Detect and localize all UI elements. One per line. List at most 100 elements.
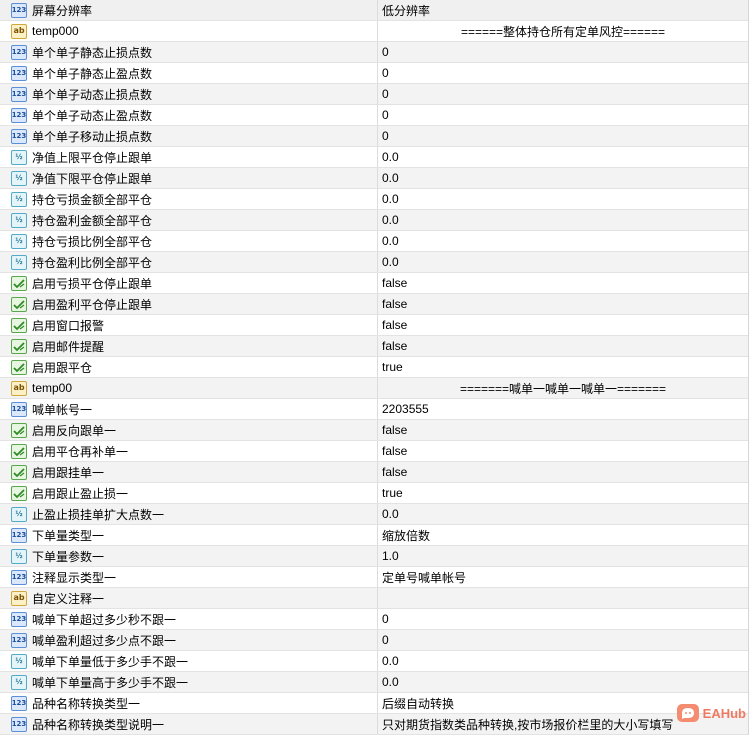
value-cell[interactable]: 0.0 [378, 147, 748, 167]
parameter-row[interactable]: 启用平仓再补单一 false [0, 441, 748, 462]
name-cell: 123 屏幕分辨率 [0, 0, 378, 20]
parameter-row[interactable]: 启用盈利平仓停止跟单 false [0, 294, 748, 315]
parameter-row[interactable]: 启用窗口报警 false [0, 315, 748, 336]
parameter-row[interactable]: 123 喊单帐号一 2203555 [0, 399, 748, 420]
parameter-row[interactable]: 启用亏损平仓停止跟单 false [0, 273, 748, 294]
header-name: 屏幕分辨率 [32, 3, 93, 18]
value-cell[interactable]: 0.0 [378, 252, 748, 272]
name-cell: 123 喊单盈利超过多少点不跟一 [0, 630, 378, 650]
header-row[interactable]: 123 屏幕分辨率 低分辨率 [0, 0, 748, 21]
value-cell[interactable]: 0.0 [378, 672, 748, 692]
parameter-name: 启用跟止盈止损一 [32, 486, 129, 501]
value-cell[interactable]: false [378, 294, 748, 314]
parameter-value: 2203555 [382, 402, 429, 416]
value-cell[interactable] [378, 588, 748, 608]
value-cell[interactable]: ======整体持仓所有定单风控====== [378, 21, 748, 41]
parameter-row[interactable]: 123 单个单子静态止盈点数 0 [0, 63, 748, 84]
parameter-row[interactable]: ½ 净值下限平仓停止跟单 0.0 [0, 168, 748, 189]
parameter-row[interactable]: ½ 持仓亏损金额全部平仓 0.0 [0, 189, 748, 210]
parameter-row[interactable]: ½ 持仓盈利比例全部平仓 0.0 [0, 252, 748, 273]
bool-type-icon [11, 422, 27, 438]
value-cell[interactable]: 0 [378, 126, 748, 146]
parameter-name: 启用亏损平仓停止跟单 [32, 276, 153, 291]
parameter-row[interactable]: ½ 下单量参数一 1.0 [0, 546, 748, 567]
parameter-row[interactable]: 123 单个单子移动止损点数 0 [0, 126, 748, 147]
value-cell[interactable]: 0 [378, 630, 748, 650]
value-cell[interactable]: 0.0 [378, 651, 748, 671]
value-cell[interactable]: 0 [378, 105, 748, 125]
parameter-value: ======整体持仓所有定单风控====== [460, 24, 666, 39]
name-cell: 123 喊单下单超过多少秒不跟一 [0, 609, 378, 629]
double-type-icon: ½ [11, 149, 27, 165]
value-cell[interactable]: 定单号喊单帐号 [378, 567, 748, 587]
parameter-row[interactable]: 启用反向跟单一 false [0, 420, 748, 441]
value-cell[interactable]: =======喊单一喊单一喊单一======= [378, 378, 748, 398]
name-cell: 123 下单量类型一 [0, 525, 378, 545]
parameter-row[interactable]: 启用跟挂单一 false [0, 462, 748, 483]
value-cell[interactable]: true [378, 357, 748, 377]
value-cell[interactable]: 0.0 [378, 168, 748, 188]
parameter-row[interactable]: 123 单个单子动态止盈点数 0 [0, 105, 748, 126]
name-cell: ½ 持仓盈利比例全部平仓 [0, 252, 378, 272]
parameter-row[interactable]: 启用跟止盈止损一 true [0, 483, 748, 504]
name-cell: 123 单个单子动态止盈点数 [0, 105, 378, 125]
integer-type-icon: 123 [11, 44, 27, 60]
parameter-value: false [382, 444, 408, 458]
parameter-row[interactable]: ab temp000 ======整体持仓所有定单风控====== [0, 21, 748, 42]
value-cell[interactable]: 0 [378, 84, 748, 104]
name-cell: 123 单个单子静态止盈点数 [0, 63, 378, 83]
parameter-row[interactable]: 启用邮件提醒 false [0, 336, 748, 357]
value-cell[interactable]: 0.0 [378, 210, 748, 230]
value-cell[interactable]: 0 [378, 42, 748, 62]
name-cell: ½ 止盈止损挂单扩大点数一 [0, 504, 378, 524]
parameter-name: 启用平仓再补单一 [32, 444, 129, 459]
value-cell[interactable]: 0.0 [378, 231, 748, 251]
parameter-value: 0 [382, 129, 389, 143]
parameter-row[interactable]: 123 单个单子静态止损点数 0 [0, 42, 748, 63]
value-cell[interactable]: 0.0 [378, 189, 748, 209]
value-cell[interactable]: false [378, 315, 748, 335]
parameter-row[interactable]: 123 下单量类型一 缩放倍数 [0, 525, 748, 546]
value-cell[interactable]: false [378, 273, 748, 293]
parameter-row[interactable]: ab 自定义注释一 [0, 588, 748, 609]
parameter-row[interactable]: ½ 止盈止损挂单扩大点数一 0.0 [0, 504, 748, 525]
parameter-row[interactable]: ½ 喊单下单量高于多少手不跟一 0.0 [0, 672, 748, 693]
value-cell[interactable]: 0 [378, 609, 748, 629]
name-cell: ab 自定义注释一 [0, 588, 378, 608]
parameter-row[interactable]: ½ 净值上限平仓停止跟单 0.0 [0, 147, 748, 168]
value-cell[interactable]: false [378, 441, 748, 461]
parameter-name: 单个单子静态止盈点数 [32, 66, 153, 81]
value-cell[interactable]: 缩放倍数 [378, 525, 748, 545]
parameter-value: 0 [382, 108, 389, 122]
parameter-name: 持仓盈利金额全部平仓 [32, 213, 153, 228]
parameter-row[interactable]: 123 喊单下单超过多少秒不跟一 0 [0, 609, 748, 630]
parameter-row[interactable]: ab temp00 =======喊单一喊单一喊单一======= [0, 378, 748, 399]
parameter-name: 持仓亏损比例全部平仓 [32, 234, 153, 249]
double-type-icon: ½ [11, 191, 27, 207]
parameter-name: 喊单下单超过多少秒不跟一 [32, 612, 177, 627]
value-cell[interactable]: false [378, 462, 748, 482]
value-cell[interactable]: false [378, 420, 748, 440]
parameter-row[interactable]: 123 注释显示类型一 定单号喊单帐号 [0, 567, 748, 588]
parameter-value: 0 [382, 612, 389, 626]
value-cell[interactable]: true [378, 483, 748, 503]
parameter-row[interactable]: ½ 喊单下单量低于多少手不跟一 0.0 [0, 651, 748, 672]
parameter-row[interactable]: ½ 持仓亏损比例全部平仓 0.0 [0, 231, 748, 252]
value-cell[interactable]: false [378, 336, 748, 356]
value-cell[interactable]: 低分辨率 [378, 0, 748, 20]
parameter-row[interactable]: ½ 持仓盈利金额全部平仓 0.0 [0, 210, 748, 231]
parameter-name: 品种名称转换类型说明一 [32, 717, 165, 732]
parameter-value: false [382, 276, 408, 290]
value-cell[interactable]: 0.0 [378, 504, 748, 524]
value-cell[interactable]: 0 [378, 63, 748, 83]
parameter-row[interactable]: 123 单个单子动态止损点数 0 [0, 84, 748, 105]
parameter-name: 启用盈利平仓停止跟单 [32, 297, 153, 312]
name-cell: ½ 净值下限平仓停止跟单 [0, 168, 378, 188]
parameter-row[interactable]: 启用跟平仓 true [0, 357, 748, 378]
value-cell[interactable]: 2203555 [378, 399, 748, 419]
integer-type-icon: 123 [11, 527, 27, 543]
parameter-row[interactable]: 123 品种名称转换类型一 后缀自动转换 [0, 693, 748, 714]
value-cell[interactable]: 1.0 [378, 546, 748, 566]
parameter-row[interactable]: 123 喊单盈利超过多少点不跟一 0 [0, 630, 748, 651]
parameter-row[interactable]: 123 品种名称转换类型说明一 只对期货指数类品种转换,按市场报价栏里的大小写填写 [0, 714, 748, 735]
